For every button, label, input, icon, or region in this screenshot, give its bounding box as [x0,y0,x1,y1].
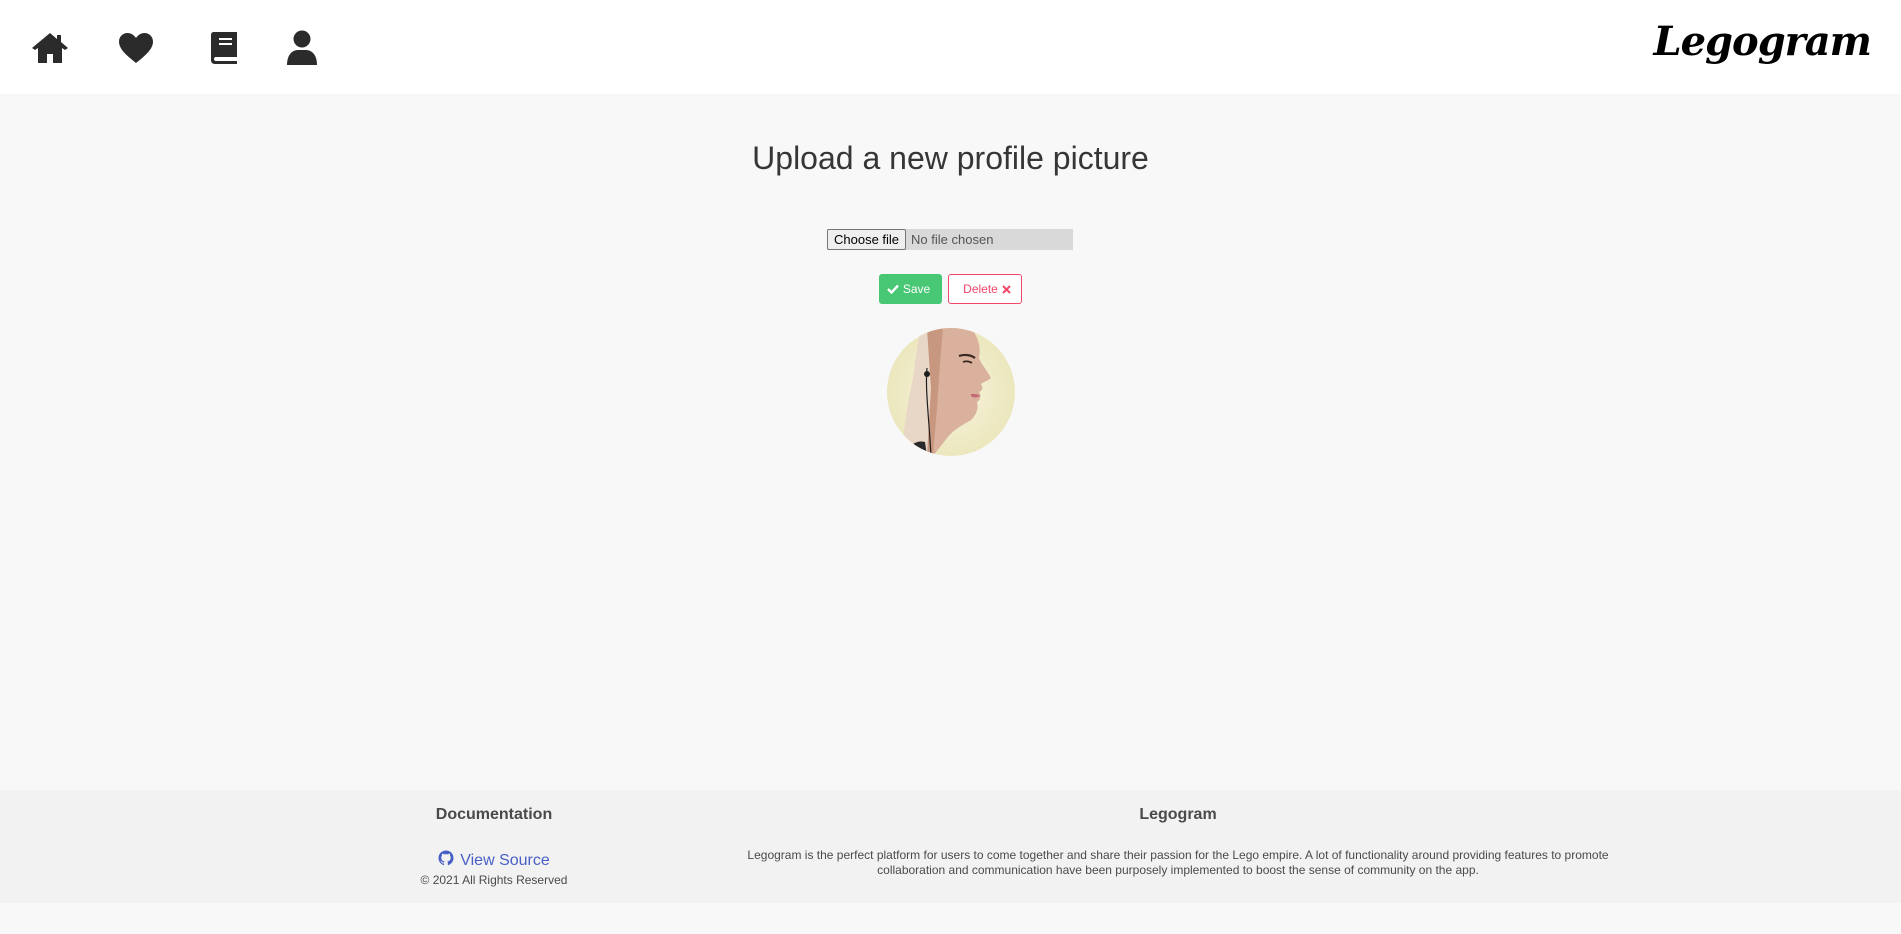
save-label: Save [902,282,931,296]
page-title: Upload a new profile picture [752,140,1149,176]
profile-picture-avatar [887,328,1015,456]
footer [0,790,1901,903]
footer-description: Legogram is the perfect platform for use… [747,848,1609,877]
close-icon [1002,284,1011,294]
footer-documentation-title: Documentation [435,806,553,823]
brand-logo[interactable]: Legogram [1653,18,1872,65]
file-status-text: No file chosen [911,232,994,247]
heart-icon[interactable] [114,28,158,68]
delete-button[interactable]: Delete [948,274,1022,304]
user-icon[interactable] [280,28,324,68]
save-button[interactable]: Save [879,274,942,304]
book-icon[interactable] [202,28,246,68]
github-icon [438,850,460,871]
file-upload-input[interactable]: Choose file No file chosen [827,229,1073,250]
footer-legogram-title: Legogram [1139,806,1217,823]
choose-file-button[interactable]: Choose file [827,229,907,250]
copyright-text: © 2021 All Rights Reserved [420,873,568,887]
view-source-label: View Source [460,851,550,869]
delete-label: Delete [963,282,998,296]
home-icon[interactable] [28,28,72,68]
view-source-link[interactable]: View Source [394,850,594,871]
top-navbar: Legogram [0,0,1901,94]
check-icon [886,284,899,294]
avatar-image [903,328,991,456]
